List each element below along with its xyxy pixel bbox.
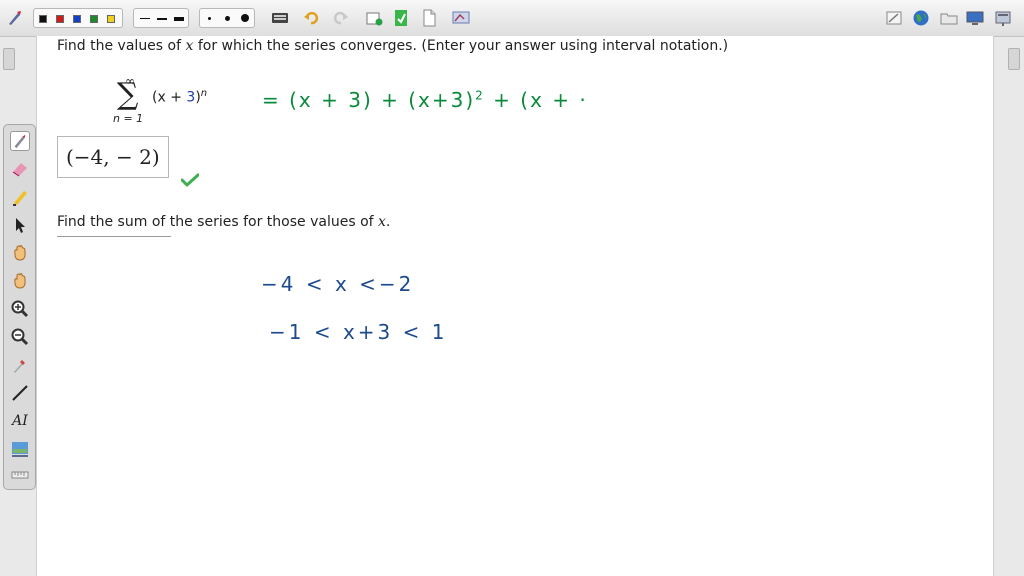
thick-line-option[interactable] — [174, 17, 184, 21]
ruler-icon[interactable] — [10, 465, 30, 485]
text-tool-label: A — [12, 413, 23, 429]
screen-capture-icon[interactable] — [452, 9, 470, 27]
term-constant: 3 — [186, 89, 196, 106]
image-icon[interactable] — [10, 439, 30, 459]
pen-icon[interactable] — [10, 131, 30, 151]
keyboard-icon[interactable] — [271, 9, 289, 27]
page-icon[interactable] — [885, 9, 903, 27]
sum-lower-limit: n = 1 — [113, 112, 144, 125]
sum-question: Find the sum of the series for those val… — [57, 214, 390, 230]
whiteboard-page[interactable]: Find the values of x for which the serie… — [36, 36, 994, 576]
small-dot-option[interactable] — [208, 17, 211, 20]
answer-value: (−4, − 2) — [66, 145, 160, 169]
tool-palette: AI — [3, 124, 36, 490]
handwritten-inequality-2: −1 < x+3 < 1 — [269, 320, 448, 344]
undo-icon[interactable] — [303, 9, 321, 27]
handwritten-expansion: = (x + 3) + (x+3)2 + (x + · — [262, 88, 588, 112]
folder-icon[interactable] — [940, 9, 958, 27]
document-icon[interactable] — [420, 9, 438, 27]
large-dot-option[interactable] — [241, 14, 249, 22]
hand-icon[interactable] — [10, 243, 30, 263]
thin-line-option[interactable] — [140, 18, 150, 19]
color-green-swatch[interactable] — [90, 15, 98, 23]
sigma-symbol: ∑ — [117, 77, 139, 112]
app-logo-icon[interactable] — [6, 9, 24, 27]
point-size-group — [199, 8, 255, 28]
handwritten-inequality-1: −4 < x <−2 — [261, 272, 415, 296]
settings-icon[interactable] — [994, 9, 1012, 27]
sum-question-end: . — [385, 214, 391, 230]
color-red-swatch[interactable] — [56, 15, 64, 23]
answer-input-underline[interactable] — [57, 236, 171, 237]
screen-icon[interactable] — [966, 9, 984, 27]
correct-checkmark-icon — [181, 173, 199, 187]
dropper-icon[interactable] — [10, 355, 30, 375]
new-page-icon[interactable] — [365, 9, 383, 27]
expansion-tail: + (x + · — [493, 88, 588, 112]
series-expression: ∞ ∑ n = 1 (x + 3)n — [113, 74, 253, 126]
highlighter-icon[interactable] — [10, 187, 30, 207]
top-toolbar — [0, 0, 1024, 37]
color-black-swatch[interactable] — [39, 15, 47, 23]
line-width-group — [133, 8, 189, 28]
line-icon[interactable] — [10, 383, 30, 403]
color-blue-swatch[interactable] — [73, 15, 81, 23]
zoom-out-icon[interactable] — [10, 327, 30, 347]
select-icon[interactable] — [10, 215, 30, 235]
redo-icon[interactable] — [331, 9, 349, 27]
convergence-question: Find the values of x for which the serie… — [57, 38, 728, 54]
answer-box[interactable]: (−4, − 2) — [57, 136, 169, 178]
text-icon[interactable]: AI — [10, 411, 30, 431]
term-exponent: n — [200, 88, 208, 99]
term-open: (x + — [152, 89, 187, 106]
zoom-in-icon[interactable] — [10, 299, 30, 319]
color-yellow-swatch[interactable] — [107, 15, 115, 23]
medium-line-option[interactable] — [157, 18, 167, 20]
question-text-start: Find the values of — [57, 38, 186, 54]
eraser-icon[interactable] — [10, 159, 30, 179]
question-text-end: for which the series converges. (Enter y… — [193, 38, 729, 54]
expansion-text: = (x + 3) + (x+3) — [262, 88, 476, 112]
expansion-exponent: 2 — [475, 88, 485, 103]
pan-icon[interactable] — [10, 271, 30, 291]
page-notes-icon[interactable] — [392, 9, 410, 27]
page-scroll-handle[interactable] — [1008, 48, 1020, 70]
color-palette — [33, 8, 123, 28]
medium-dot-option[interactable] — [225, 16, 230, 21]
sum-question-variable: x — [378, 214, 386, 230]
series-term: (x + 3)n — [152, 88, 207, 106]
globe-icon[interactable] — [912, 9, 930, 27]
left-scroll-handle[interactable] — [3, 48, 15, 70]
sum-question-start: Find the sum of the series for those val… — [57, 214, 379, 230]
